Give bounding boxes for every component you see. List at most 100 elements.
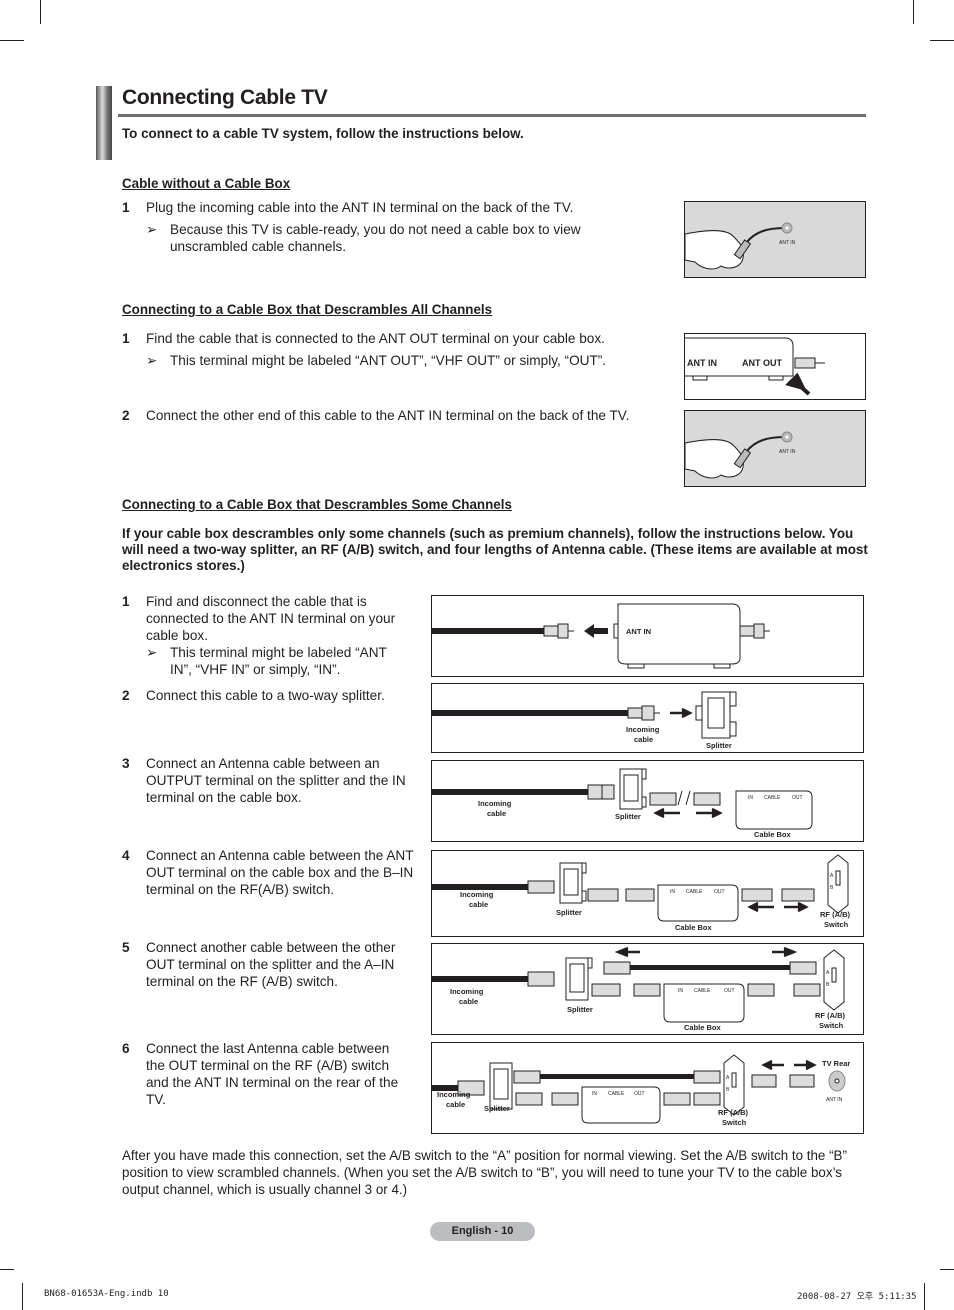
splitter-label: Splitter	[484, 1104, 510, 1113]
section-heading-no-cable-box: Cable without a Cable Box	[122, 176, 291, 191]
ant-in-label: ANT IN	[779, 449, 796, 455]
arrow-icon: ➢	[146, 353, 158, 368]
box-out-label: OUT	[634, 1091, 645, 1097]
step-number: 5	[122, 940, 130, 955]
step-text: Connect an Antenna cable between the ANT…	[146, 848, 414, 897]
ant-in-label: ANT IN	[626, 627, 651, 636]
step-note: ➢ Because this TV is cable-ready, you do…	[146, 221, 606, 255]
step-number: 1	[122, 594, 130, 609]
box-out-label: OUT	[714, 889, 725, 895]
figure-splitter: Incoming cable Splitter	[431, 683, 864, 753]
step-text: Plug the incoming cable into the ANT IN …	[146, 200, 574, 215]
note-text: Because this TV is cable-ready, you do n…	[170, 222, 581, 254]
step-number: 2	[122, 408, 130, 423]
figure-box-to-rf-switch: IN CABLE OUT A B Incoming cable Splitter…	[431, 850, 864, 937]
rf-switch-label: RF (A/B)	[718, 1108, 748, 1117]
splitter-label: Splitter	[556, 908, 582, 917]
step-number: 2	[122, 688, 130, 703]
cable-label: cable	[459, 997, 478, 1006]
rf-switch-label: RF (A/B)	[820, 910, 850, 919]
cable-label: cable	[446, 1100, 465, 1109]
crop-mark	[913, 0, 914, 24]
step-text: Find and disconnect the cable that is co…	[146, 594, 396, 643]
figure-disconnect-ant-in: ANT IN	[431, 595, 864, 677]
arrow-icon: ➢	[146, 645, 158, 660]
step-note: ➢ This terminal might be labeled “ANT IN…	[146, 644, 406, 678]
ant-in-label: ANT IN	[826, 1097, 843, 1103]
box-cable-label: CABLE	[694, 988, 711, 994]
footer-file: BN68-01653A-Eng.indb 10	[44, 1289, 169, 1299]
page-intro: To connect to a cable TV system, follow …	[122, 126, 524, 141]
page-number-badge: English - 10	[430, 1222, 535, 1241]
cable-label: cable	[469, 900, 488, 909]
splitter-to-switch-diagram: IN CABLE OUT A B Incoming cable Splitter…	[432, 946, 845, 1032]
footer-timestamp: 2008-08-27 오후 5:11:35	[797, 1292, 917, 1302]
hand-plug-illustration: ANT IN	[685, 431, 796, 479]
switch-label: Switch	[824, 920, 849, 929]
title-rule	[118, 114, 866, 117]
step-5: 5 Connect another cable between the othe…	[122, 939, 412, 990]
section-heading-all-channels: Connecting to a Cable Box that Descrambl…	[122, 302, 493, 317]
box-cable-label: CABLE	[608, 1091, 625, 1097]
box-cable-label: CABLE	[764, 795, 781, 801]
cable-label: cable	[634, 735, 653, 744]
splitter-label: Splitter	[615, 812, 641, 821]
step-1: 1 Plug the incoming cable into the ANT I…	[122, 199, 642, 216]
crop-mark	[940, 1269, 954, 1270]
ant-in-label: ANT IN	[687, 358, 717, 368]
splitter-to-box-diagram: IN CABLE OUT Incoming cable Splitter Cab…	[432, 768, 813, 839]
step-4: 4 Connect an Antenna cable between the A…	[122, 847, 416, 898]
box-out-label: OUT	[792, 795, 803, 801]
switch-to-tv-diagram: IN CABLE OUT A B TV Rear ANT IN Incoming…	[432, 1054, 850, 1127]
figure-plug-ant-in: ANT IN	[684, 201, 866, 278]
cable-box-label: Cable Box	[754, 830, 792, 839]
step-3: 3 Connect an Antenna cable between an OU…	[122, 755, 412, 806]
note-text: This terminal might be labeled “ANT OUT”…	[170, 353, 607, 368]
step-number: 6	[122, 1041, 130, 1056]
ant-in-label: ANT IN	[779, 240, 796, 246]
arrow-icon: ➢	[146, 222, 158, 237]
tv-rear-label: TV Rear	[822, 1059, 850, 1068]
crop-mark	[40, 0, 41, 24]
splitter-label: Splitter	[706, 741, 732, 750]
cable-label: cable	[487, 809, 506, 818]
incoming-label: Incoming	[437, 1090, 471, 1099]
step-text: Connect another cable between the other …	[146, 940, 396, 989]
title-accent-bar	[96, 86, 112, 160]
figure-splitter-to-cable-box: IN CABLE OUT Incoming cable Splitter Cab…	[431, 760, 864, 842]
step-number: 1	[122, 331, 130, 346]
note-text: This terminal might be labeled “ANT IN”,…	[170, 645, 387, 677]
incoming-label: Incoming	[450, 987, 484, 996]
rf-switch-label: RF (A/B)	[815, 1011, 845, 1020]
box-cable-label: CABLE	[686, 889, 703, 895]
closing-paragraph: After you have made this connection, set…	[122, 1148, 847, 1197]
step-number: 3	[122, 756, 130, 771]
step-1: 1 Find the cable that is connected to th…	[122, 330, 642, 347]
switch-label: Switch	[819, 1021, 844, 1030]
box-in-label: IN	[592, 1091, 597, 1097]
figure-plug-ant-in-2: ANT IN	[684, 410, 866, 487]
disconnect-diagram: ANT IN	[432, 603, 770, 669]
crop-mark	[924, 1283, 925, 1310]
step-text: Find the cable that is connected to the …	[146, 331, 605, 346]
incoming-label: Incoming	[478, 799, 512, 808]
crop-mark	[22, 1283, 23, 1310]
crop-mark	[0, 1269, 14, 1270]
step-number: 1	[122, 200, 130, 215]
figure-ant-out: ANT IN ANT OUT	[684, 333, 866, 400]
box-out-label: OUT	[724, 988, 735, 994]
section-intro: If your cable box descrambles only some …	[122, 526, 868, 573]
splitter-label: Splitter	[567, 1005, 593, 1014]
step-number: 4	[122, 848, 130, 863]
crop-mark	[930, 40, 954, 41]
incoming-label: Incoming	[626, 725, 660, 734]
step-text: Connect an Antenna cable between an OUTP…	[146, 756, 406, 805]
step-text: Connect this cable to a two-way splitter…	[146, 688, 385, 703]
box-in-label: IN	[678, 988, 683, 994]
crop-mark	[0, 40, 24, 41]
hand-plug-illustration: ANT IN	[685, 222, 796, 270]
step-text: Connect the other end of this cable to t…	[146, 408, 630, 423]
cable-box-ant-out-illustration: ANT IN ANT OUT	[685, 337, 825, 396]
switch-label: Switch	[722, 1118, 747, 1127]
step-note: ➢ This terminal might be labeled “ANT OU…	[146, 352, 626, 369]
